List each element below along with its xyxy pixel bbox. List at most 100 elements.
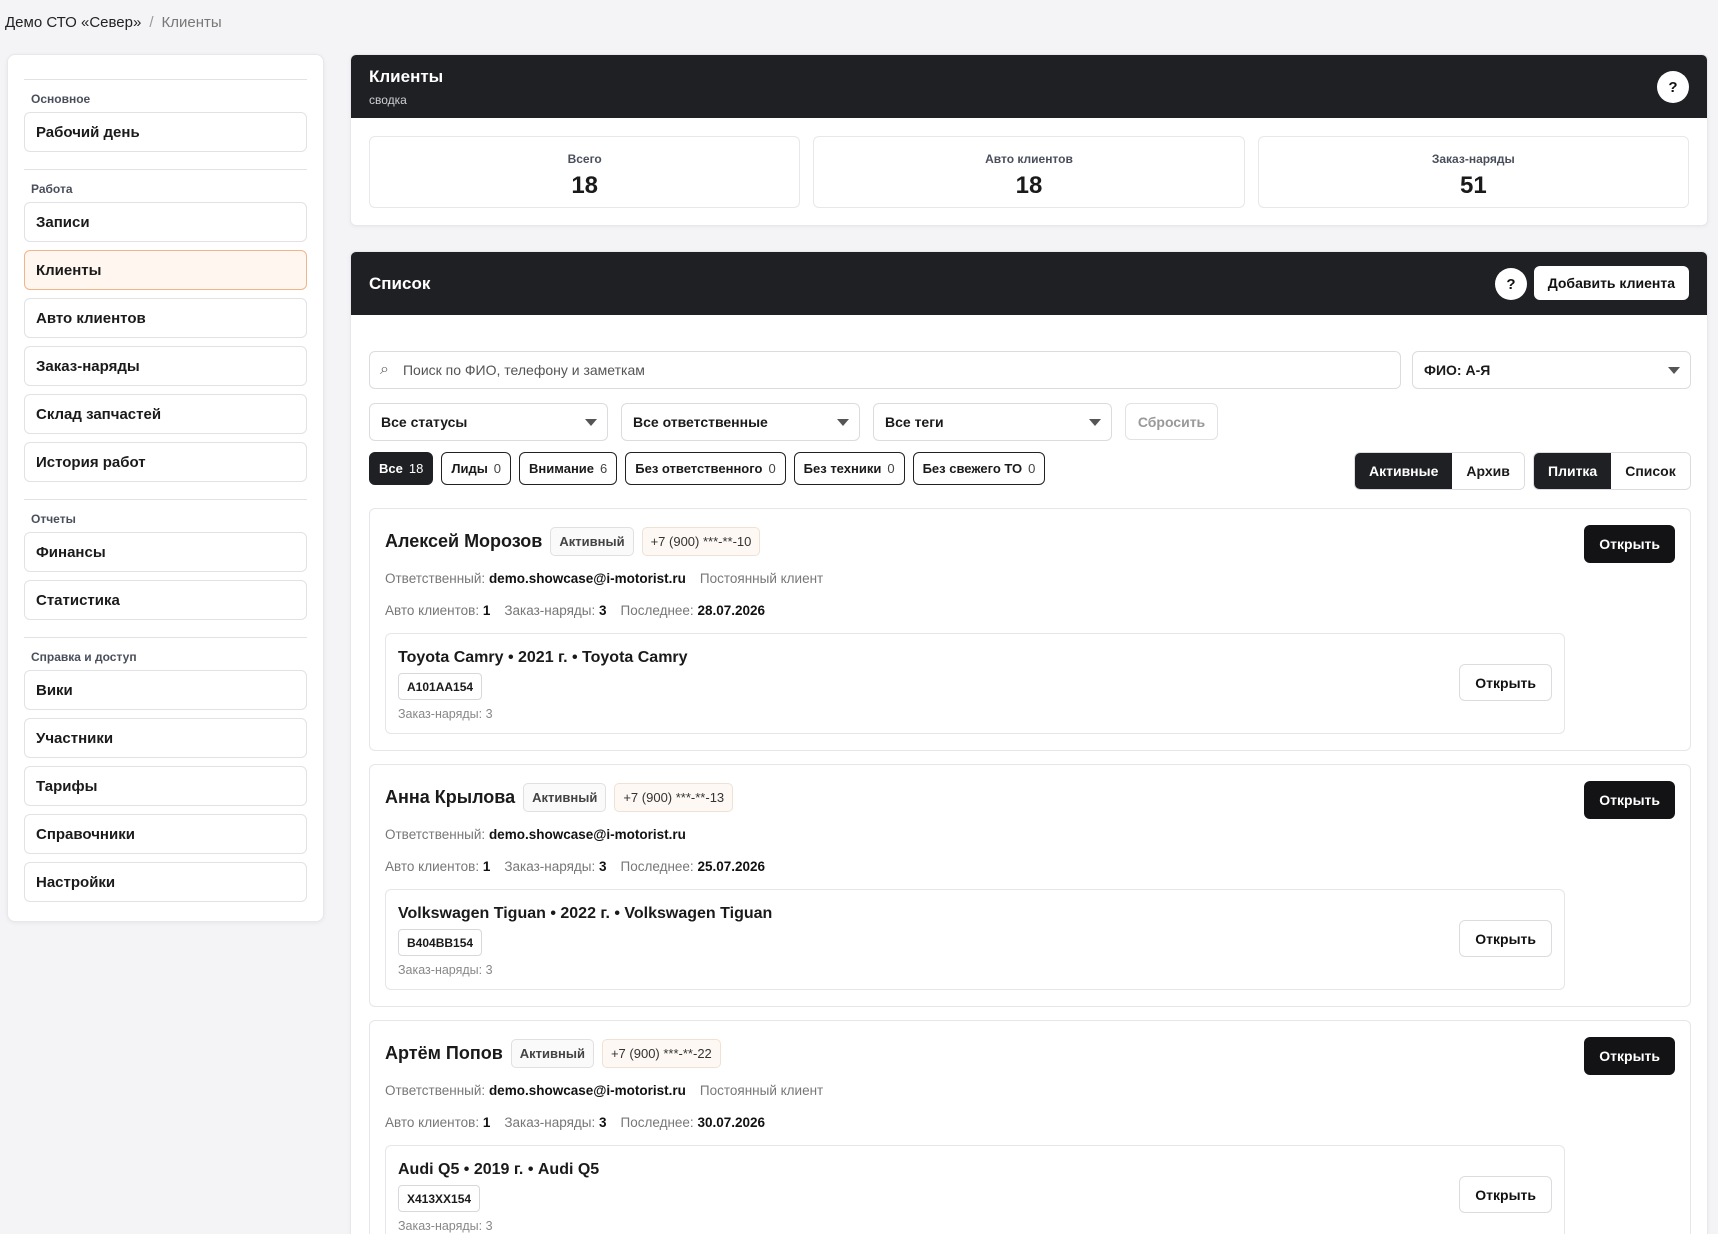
sidebar-item-finance[interactable]: Финансы: [24, 532, 307, 572]
client-name[interactable]: Анна Крылова: [385, 787, 515, 808]
last-visit-label: Последнее:: [620, 603, 694, 618]
sidebar-item-client-cars[interactable]: Авто клиентов: [24, 298, 307, 338]
stat-value: 18: [1015, 172, 1043, 199]
view-toggle: Плитка Список: [1533, 452, 1691, 490]
sidebar-divider: [24, 637, 307, 638]
open-car-button[interactable]: Открыть: [1459, 664, 1552, 701]
status-badge: Активный: [550, 527, 634, 556]
view-tile-button[interactable]: Плитка: [1534, 453, 1612, 489]
chip-label: Все: [379, 461, 403, 476]
stat-label: Всего: [567, 152, 602, 166]
stat-label: Авто клиентов: [985, 152, 1073, 166]
status-badge: Активный: [523, 783, 607, 812]
client-name[interactable]: Алексей Морозов: [385, 531, 542, 552]
chip-no-responsible[interactable]: Без ответственного 0: [625, 452, 786, 485]
chip-leads[interactable]: Лиды 0: [441, 452, 512, 485]
scope-toggle: Активные Архив: [1354, 452, 1525, 490]
sidebar-item-parts-warehouse[interactable]: Склад запчастей: [24, 394, 307, 434]
status-filter-value: Все статусы: [381, 414, 468, 430]
client-car-card: Volkswagen Tiguan • 2022 г. • Volkswagen…: [385, 889, 1565, 990]
responsible-value: demo.showcase@i-motorist.ru: [488, 827, 686, 842]
license-plate: В404ВВ154: [398, 929, 483, 956]
sort-select-value: ФИО: А-Я: [1424, 362, 1491, 378]
sidebar-item-references[interactable]: Справочники: [24, 814, 307, 854]
sidebar-item-clients[interactable]: Клиенты: [24, 250, 307, 290]
responsible-label: Ответственный:: [385, 1083, 486, 1098]
responsible-filter-select[interactable]: Все ответственные: [621, 403, 860, 441]
last-visit-value: 30.07.2026: [697, 1115, 766, 1130]
open-client-button[interactable]: Открыть: [1584, 781, 1675, 819]
view-list-button[interactable]: Список: [1611, 453, 1690, 489]
client-responsible-line: Ответственный: demo.showcase@i-motorist.…: [385, 827, 700, 842]
phone-badge: +7 (900) ***-**-22: [601, 1039, 721, 1068]
chevron-down-icon: [1089, 419, 1101, 426]
scope-archive-button[interactable]: Архив: [1452, 453, 1524, 489]
list-title: Список: [369, 273, 431, 293]
tags-filter-select[interactable]: Все теги: [873, 403, 1112, 441]
search-placeholder: Поиск по ФИО, телефону и заметкам: [402, 362, 645, 378]
chevron-down-icon: [585, 419, 597, 426]
summary-help-button[interactable]: ?: [1657, 71, 1689, 103]
chip-count: 6: [600, 461, 608, 476]
client-car-card: Toyota Camry • 2021 г. • Toyota Camry А1…: [385, 633, 1565, 734]
sidebar-item-tariffs[interactable]: Тарифы: [24, 766, 307, 806]
open-client-button[interactable]: Открыть: [1584, 525, 1675, 563]
sort-select[interactable]: ФИО: А-Я: [1412, 351, 1691, 389]
stat-value: 51: [1459, 172, 1487, 199]
open-car-button[interactable]: Открыть: [1459, 1176, 1552, 1213]
sidebar-item-statistics[interactable]: Статистика: [24, 580, 307, 620]
add-client-button[interactable]: Добавить клиента: [1533, 266, 1689, 300]
sidebar-group-title: Справка и доступ: [31, 650, 137, 664]
breadcrumb-current: Клиенты: [161, 14, 222, 31]
license-plate: Х413ХХ154: [398, 1185, 481, 1212]
cars-value: 1: [482, 859, 491, 874]
chip-label: Без техники: [803, 461, 882, 476]
chip-label: Без свежего ТО: [922, 461, 1023, 476]
sidebar-item-work-orders[interactable]: Заказ-наряды: [24, 346, 307, 386]
chip-no-vehicles[interactable]: Без техники 0: [793, 452, 905, 485]
client-name[interactable]: Артём Попов: [385, 1043, 503, 1064]
breadcrumb: Демо СТО «Север» / Клиенты: [5, 14, 222, 31]
sidebar-item-appointments[interactable]: Записи: [24, 202, 307, 242]
chip-label: Внимание: [529, 461, 595, 476]
car-title: Toyota Camry • 2021 г. • Toyota Camry: [398, 649, 688, 666]
search-icon: ⌕: [380, 361, 389, 378]
last-visit-value: 28.07.2026: [697, 603, 766, 618]
search-input[interactable]: ⌕ Поиск по ФИО, телефону и заметкам: [369, 351, 1401, 389]
orders-value: 3: [599, 1115, 607, 1130]
chip-no-recent-service[interactable]: Без свежего ТО 0: [912, 452, 1046, 485]
chip-all[interactable]: Все 18: [369, 452, 434, 485]
stat-total: Всего 18: [369, 136, 801, 208]
breadcrumb-separator: /: [149, 14, 154, 31]
status-filter-select[interactable]: Все статусы: [369, 403, 608, 441]
sidebar-divider: [24, 79, 307, 80]
sidebar-item-wiki[interactable]: Вики: [24, 670, 307, 710]
sidebar-item-work-history[interactable]: История работ: [24, 442, 307, 482]
sidebar-group-title: Отчеты: [31, 512, 76, 526]
orders-label: Заказ-наряды:: [504, 603, 596, 618]
sidebar-item-workday[interactable]: Рабочий день: [24, 112, 307, 152]
open-car-button[interactable]: Открыть: [1459, 920, 1552, 957]
stat-label: Заказ-наряды: [1431, 152, 1515, 166]
orders-label: Заказ-наряды:: [504, 1115, 596, 1130]
stat-client-cars: Авто клиентов 18: [813, 136, 1245, 208]
last-visit-label: Последнее:: [620, 859, 694, 874]
cars-value: 1: [482, 603, 491, 618]
car-orders: Заказ-наряды: 3: [398, 1219, 493, 1233]
chip-attention[interactable]: Внимание 6: [519, 452, 618, 485]
chip-count: 0: [493, 461, 502, 476]
summary-title: Клиенты: [369, 67, 444, 86]
open-client-button[interactable]: Открыть: [1584, 1037, 1675, 1075]
scope-active-button[interactable]: Активные: [1355, 453, 1453, 489]
orders-value: 3: [599, 859, 607, 874]
breadcrumb-root[interactable]: Демо СТО «Север»: [5, 14, 141, 31]
reset-filters-button[interactable]: Сбросить: [1125, 403, 1218, 440]
chip-label: Лиды: [451, 461, 488, 476]
sidebar-item-members[interactable]: Участники: [24, 718, 307, 758]
list-help-button[interactable]: ?: [1495, 268, 1527, 300]
sidebar-item-settings[interactable]: Настройки: [24, 862, 307, 902]
cars-label: Авто клиентов:: [385, 859, 480, 874]
last-visit-label: Последнее:: [620, 1115, 694, 1130]
client-card: Артём Попов Активный +7 (900) ***-**-22 …: [369, 1020, 1691, 1234]
summary-panel: Клиенты сводка ? Всего 18 Авто клиентов …: [350, 54, 1708, 226]
